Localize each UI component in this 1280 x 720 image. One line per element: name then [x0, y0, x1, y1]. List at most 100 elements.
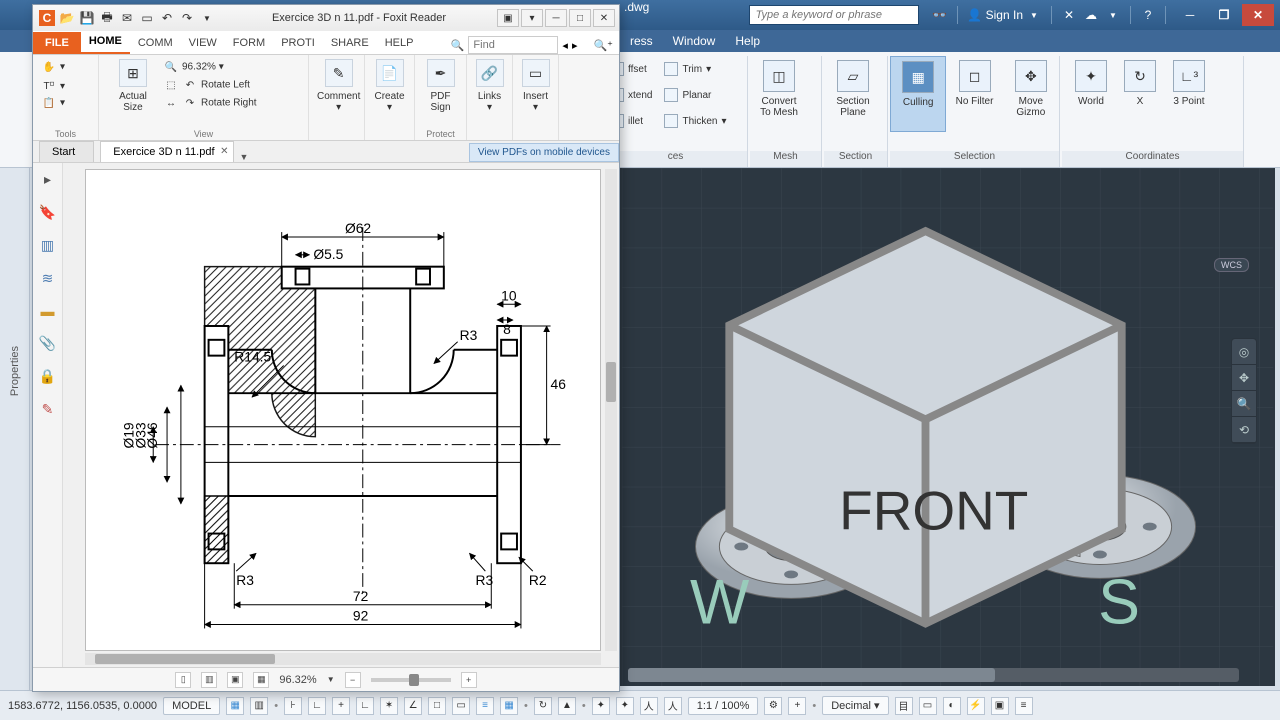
- osnap-icon[interactable]: □: [428, 697, 446, 715]
- insert-button[interactable]: ▭Insert▾: [521, 59, 550, 140]
- start-tab[interactable]: Start: [39, 141, 94, 162]
- model-space-toggle[interactable]: MODEL: [163, 697, 220, 715]
- track-icon[interactable]: ▭: [452, 697, 470, 715]
- security-icon[interactable]: 🔒: [39, 368, 56, 385]
- grid-toggle-icon[interactable]: ▦: [226, 697, 244, 715]
- units-dropdown[interactable]: Decimal ▾: [822, 696, 888, 715]
- home-tab[interactable]: HOME: [81, 30, 130, 54]
- binoculars-icon[interactable]: 👓: [932, 7, 948, 23]
- clean-screen-icon[interactable]: ▣: [991, 697, 1009, 715]
- pages-icon[interactable]: ▥: [41, 237, 54, 254]
- expand-nav-icon[interactable]: ▸: [44, 171, 51, 188]
- infer-icon[interactable]: ⊦: [284, 697, 302, 715]
- cloud-icon[interactable]: ☁: [1083, 7, 1099, 23]
- qat-dropdown-icon[interactable]: ▼: [199, 10, 215, 26]
- keyword-search-input[interactable]: [749, 5, 919, 25]
- search-icon[interactable]: 🔍: [451, 39, 465, 52]
- view-tab[interactable]: VIEW: [181, 32, 225, 54]
- form-tab[interactable]: FORM: [225, 32, 273, 54]
- adv-search-icon[interactable]: 🔍⁺: [593, 39, 613, 52]
- mobile-promo-banner[interactable]: View PDFs on mobile devices: [469, 143, 619, 162]
- find-prev-icon[interactable]: ◂: [562, 39, 568, 52]
- anno-scale[interactable]: 1:1 / 100%: [688, 697, 759, 715]
- foxit-dropdown-icon[interactable]: ▾: [521, 9, 543, 27]
- tab-list-dropdown[interactable]: ▼: [240, 152, 249, 162]
- pdf-h-scrollbar[interactable]: [85, 653, 601, 665]
- actual-size-button[interactable]: ⊞Actual Size: [107, 59, 159, 140]
- isolate-icon[interactable]: ◐: [943, 697, 961, 715]
- zoom-icon[interactable]: 🔍: [1232, 391, 1256, 417]
- share-tab[interactable]: SHARE: [323, 32, 377, 54]
- menu-window[interactable]: Window: [673, 34, 716, 48]
- menu-item[interactable]: ress: [630, 34, 653, 48]
- pan-icon[interactable]: ✥: [1232, 365, 1256, 391]
- find-next-icon[interactable]: ▸: [572, 39, 578, 52]
- redo-icon[interactable]: ↷: [179, 10, 195, 26]
- plus-icon[interactable]: +: [788, 697, 806, 715]
- print-icon[interactable]: 🖶: [99, 10, 115, 26]
- angle-icon[interactable]: ∠: [404, 697, 422, 715]
- pdf-page-area[interactable]: Ø62 Ø5.5 R14.5 R3 10 8: [63, 163, 619, 667]
- culling-button[interactable]: ▦Culling: [890, 56, 946, 132]
- menu-help[interactable]: Help: [735, 34, 760, 48]
- quick-props-icon[interactable]: 目: [895, 697, 913, 715]
- customize-icon[interactable]: ≡: [1015, 697, 1033, 715]
- view-cube[interactable]: FRONT WS: [620, 184, 1253, 686]
- lineweight-icon[interactable]: ≡: [476, 697, 494, 715]
- attachments-icon[interactable]: 📎: [39, 335, 56, 352]
- page-icon[interactable]: ▭: [139, 10, 155, 26]
- three-point-button[interactable]: ∟³3 Point: [1160, 56, 1218, 132]
- close-button[interactable]: ✕: [1242, 4, 1274, 26]
- pdf-v-scrollbar[interactable]: [605, 169, 617, 651]
- hw-accel-icon[interactable]: ⚡: [967, 697, 985, 715]
- cycle-icon[interactable]: ↻: [534, 697, 552, 715]
- find-input[interactable]: [468, 36, 558, 54]
- dyn-input-icon[interactable]: +: [332, 697, 350, 715]
- navigation-bar[interactable]: ◎ ✥ 🔍 ⟲: [1231, 338, 1257, 444]
- foxit-ribbon-opts-icon[interactable]: ▣: [497, 9, 519, 27]
- snap-icon[interactable]: ∟: [308, 697, 326, 715]
- foxit-close-button[interactable]: ✕: [593, 9, 615, 27]
- save-icon[interactable]: 💾: [79, 10, 95, 26]
- single-page-icon[interactable]: ▯: [175, 672, 191, 688]
- ucs-icon[interactable]: ✦: [592, 697, 610, 715]
- zoom-out-icon[interactable]: −: [345, 672, 361, 688]
- protect-tab[interactable]: PROTI: [273, 32, 323, 54]
- foxit-minimize-button[interactable]: ─: [545, 9, 567, 27]
- continuous-icon[interactable]: ▥: [201, 672, 217, 688]
- signin-button[interactable]: Sign In: [986, 8, 1023, 22]
- transparency-icon[interactable]: ▦: [500, 697, 518, 715]
- dynamic-ucs-icon[interactable]: ✦: [616, 697, 634, 715]
- links-button[interactable]: 🔗Links▾: [475, 59, 504, 140]
- email-icon[interactable]: ✉: [119, 10, 135, 26]
- signatures-icon[interactable]: ✎: [42, 401, 54, 418]
- foxit-maximize-button[interactable]: □: [569, 9, 591, 27]
- convert-to-mesh-button[interactable]: ◫Convert To Mesh: [750, 56, 808, 132]
- restore-button[interactable]: ❐: [1208, 4, 1240, 26]
- minimize-button[interactable]: ─: [1174, 4, 1206, 26]
- open-icon[interactable]: 📂: [59, 10, 75, 26]
- layers-icon[interactable]: ≋: [42, 270, 54, 287]
- cont-facing-icon[interactable]: ▦: [253, 672, 269, 688]
- dropdown-icon[interactable]: ▼: [1105, 7, 1121, 23]
- exchange-icon[interactable]: ✕: [1061, 7, 1077, 23]
- section-plane-button[interactable]: ▱Section Plane: [824, 56, 882, 132]
- file-tab[interactable]: FILE: [33, 32, 81, 54]
- zoom-in-icon[interactable]: +: [461, 672, 477, 688]
- bookmark-icon[interactable]: 🔖: [39, 204, 56, 221]
- gear-icon[interactable]: ⚙: [764, 697, 782, 715]
- help-icon[interactable]: ?: [1140, 7, 1156, 23]
- orbit-icon[interactable]: ⟲: [1232, 417, 1256, 443]
- filtered-icon[interactable]: 人: [640, 697, 658, 715]
- viewport-h-scrollbar[interactable]: [628, 668, 1239, 682]
- polar-icon[interactable]: ✶: [380, 697, 398, 715]
- pdf-sign-button[interactable]: ✒PDF Sign: [423, 59, 458, 140]
- gizmo-status-icon[interactable]: 人: [664, 697, 682, 715]
- close-tab-icon[interactable]: ✕: [220, 146, 228, 157]
- x-ucs-button[interactable]: ↻X: [1120, 56, 1160, 132]
- document-tab[interactable]: Exercice 3D n 11.pdf✕: [100, 141, 233, 162]
- comments-icon[interactable]: ▬: [41, 303, 55, 319]
- no-filter-button[interactable]: ◻No Filter: [946, 56, 1002, 132]
- display-toggle-icon[interactable]: ▥: [250, 697, 268, 715]
- move-gizmo-button[interactable]: ✥Move Gizmo: [1003, 56, 1059, 132]
